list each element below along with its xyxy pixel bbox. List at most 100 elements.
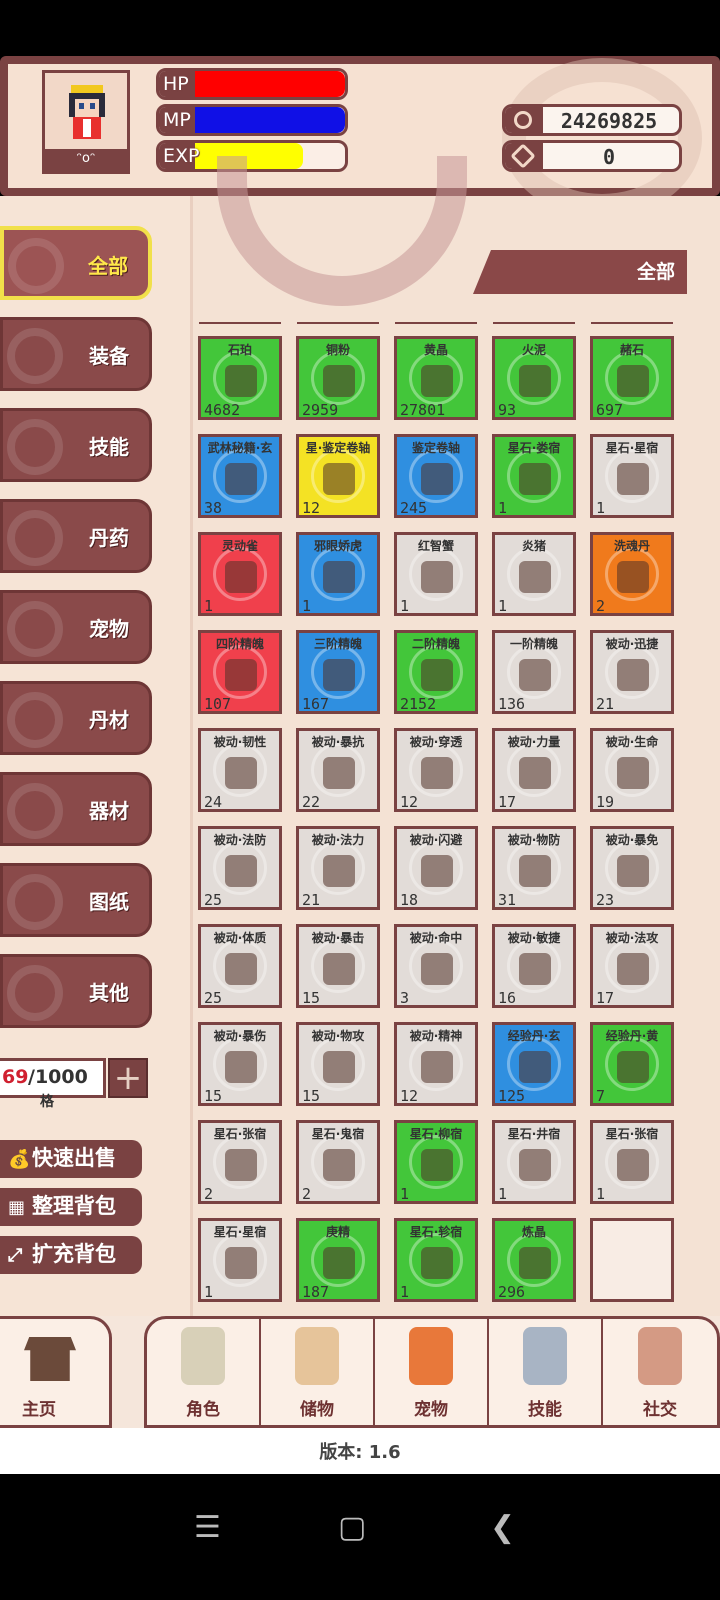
tab-label: 社交 <box>643 1400 677 1420</box>
inventory-item[interactable]: 星石·星宿 1 <box>198 1218 282 1302</box>
inventory-item[interactable]: 被动·暴击 15 <box>296 924 380 1008</box>
item-icon <box>225 1149 257 1181</box>
category-tab[interactable]: 图纸 <box>0 863 152 937</box>
item-icon <box>421 1051 453 1083</box>
inventory-item[interactable]: 被动·生命 19 <box>590 728 674 812</box>
category-label: 丹材 <box>89 708 129 732</box>
inventory-item[interactable]: 星石·鬼宿 2 <box>296 1120 380 1204</box>
category-tab[interactable]: 宠物 <box>0 590 152 664</box>
inventory-item[interactable]: 被动·物防 31 <box>492 826 576 910</box>
inventory-item[interactable]: 星石·娄宿 1 <box>492 434 576 518</box>
inventory-item[interactable]: 被动·物攻 15 <box>296 1022 380 1106</box>
expand-capacity-button[interactable]: + <box>108 1058 148 1098</box>
empty-slot[interactable] <box>590 1218 674 1302</box>
inventory-item[interactable]: 赭石 697 <box>590 336 674 420</box>
star-emblem-icon <box>7 419 63 475</box>
inventory-item[interactable]: 炎猪 1 <box>492 532 576 616</box>
inventory-item[interactable]: 一阶精魄 136 <box>492 630 576 714</box>
inventory-item[interactable]: 被动·穿透 12 <box>394 728 478 812</box>
inventory-item[interactable]: 经验丹·黄 7 <box>590 1022 674 1106</box>
quick-sell-button[interactable]: 💰快速出售 <box>0 1140 142 1178</box>
inventory-item[interactable]: 被动·法力 21 <box>296 826 380 910</box>
tab-sack[interactable]: 储物 <box>261 1319 375 1425</box>
tab-handshake[interactable]: 社交 <box>603 1319 717 1425</box>
category-tab[interactable]: 丹材 <box>0 681 152 755</box>
inventory-item[interactable]: 炼晶 296 <box>492 1218 576 1302</box>
item-quantity: 15 <box>204 1087 223 1105</box>
category-tab[interactable]: 其他 <box>0 954 152 1028</box>
tab-character[interactable]: 角色 <box>147 1319 261 1425</box>
inventory-item[interactable]: 洗魂丹 2 <box>590 532 674 616</box>
inventory-item[interactable]: 被动·暴抗 22 <box>296 728 380 812</box>
inventory-item[interactable]: 星石·星宿 1 <box>590 434 674 518</box>
category-tab[interactable]: 全部 <box>0 226 152 300</box>
inventory-item[interactable]: 被动·闪避 18 <box>394 826 478 910</box>
inventory-item[interactable]: 星石·张宿 2 <box>198 1120 282 1204</box>
category-label: 技能 <box>89 435 129 459</box>
expand-bag-button[interactable]: ⤢ 扩充背包 <box>0 1236 142 1274</box>
star-emblem-icon <box>7 510 63 566</box>
inventory-item[interactable]: 被动·命中 3 <box>394 924 478 1008</box>
avatar[interactable]: ᵔoᵔ <box>42 70 130 174</box>
inventory-item[interactable]: 被动·韧性 24 <box>198 728 282 812</box>
item-name: 被动·物防 <box>507 833 561 847</box>
inventory-item[interactable]: 三阶精魄 167 <box>296 630 380 714</box>
category-label: 其他 <box>89 981 129 1005</box>
item-icon <box>519 463 551 495</box>
inventory-item[interactable]: 四阶精魄 107 <box>198 630 282 714</box>
inventory-item[interactable]: 黄晶 27801 <box>394 336 478 420</box>
item-icon <box>421 561 453 593</box>
inventory-item[interactable]: 被动·力量 17 <box>492 728 576 812</box>
inventory-item[interactable]: 星石·轸宿 1 <box>394 1218 478 1302</box>
item-name: 星石·轸宿 <box>409 1225 463 1239</box>
category-tab[interactable]: 器材 <box>0 772 152 846</box>
inventory-item[interactable]: 邪眼娇虎 1 <box>296 532 380 616</box>
inventory-item[interactable]: 被动·法攻 17 <box>590 924 674 1008</box>
inventory-item[interactable]: 火泥 93 <box>492 336 576 420</box>
inventory-item[interactable]: 武林秘籍·玄 38 <box>198 434 282 518</box>
inventory-item[interactable]: 石珀 4682 <box>198 336 282 420</box>
gem-icon <box>505 143 543 169</box>
inventory-item[interactable]: 被动·迅捷 21 <box>590 630 674 714</box>
home-square-icon[interactable]: ▢ <box>338 1510 366 1545</box>
divider <box>493 322 575 324</box>
item-name: 星·鉴定卷轴 <box>305 441 371 455</box>
inventory-item[interactable]: 铜粉 2959 <box>296 336 380 420</box>
inventory-item[interactable]: 鉴定卷轴 245 <box>394 434 478 518</box>
inventory-item[interactable]: 二阶精魄 2152 <box>394 630 478 714</box>
hp-bar: HP <box>156 68 348 100</box>
inventory-item[interactable]: 被动·敏捷 16 <box>492 924 576 1008</box>
inventory-item[interactable]: 星·鉴定卷轴 12 <box>296 434 380 518</box>
inventory-item[interactable]: 被动·体质 25 <box>198 924 282 1008</box>
category-tab[interactable]: 丹药 <box>0 499 152 573</box>
inventory-item[interactable]: 星石·柳宿 1 <box>394 1120 478 1204</box>
inventory-item[interactable]: 星石·张宿 1 <box>590 1120 674 1204</box>
inventory-item[interactable]: 被动·暴伤 15 <box>198 1022 282 1106</box>
inventory-item[interactable]: 红智蟹 1 <box>394 532 478 616</box>
inventory-item[interactable]: 庚精 187 <box>296 1218 380 1302</box>
item-name: 四阶精魄 <box>215 637 264 651</box>
item-name: 三阶精魄 <box>313 637 362 651</box>
tab-home[interactable]: 主页 <box>0 1316 112 1428</box>
tab-sword[interactable]: 技能 <box>489 1319 603 1425</box>
inventory-item[interactable]: 被动·暴免 23 <box>590 826 674 910</box>
inventory-item[interactable]: 被动·精神 12 <box>394 1022 478 1106</box>
category-tab[interactable]: 技能 <box>0 408 152 482</box>
item-name: 被动·穿透 <box>409 735 463 749</box>
inventory-item[interactable]: 星石·井宿 1 <box>492 1120 576 1204</box>
menu-icon[interactable]: ☰ <box>194 1510 221 1545</box>
capacity-max: /1000 <box>28 1066 88 1088</box>
item-name: 星石·张宿 <box>605 1127 659 1141</box>
tab-label: 储物 <box>300 1400 334 1420</box>
item-quantity: 15 <box>302 1087 321 1105</box>
item-quantity: 38 <box>204 499 223 517</box>
inventory-item[interactable]: 灵动雀 1 <box>198 532 282 616</box>
sort-bag-button[interactable]: ▦ 整理背包 <box>0 1188 142 1226</box>
category-tab[interactable]: 装备 <box>0 317 152 391</box>
item-icon <box>421 365 453 397</box>
inventory-item[interactable]: 被动·法防 25 <box>198 826 282 910</box>
inventory-item[interactable]: 经验丹·玄 125 <box>492 1022 576 1106</box>
back-icon[interactable]: ❮ <box>490 1510 515 1545</box>
star-emblem-icon <box>7 874 63 930</box>
tab-fox[interactable]: 宠物 <box>375 1319 489 1425</box>
